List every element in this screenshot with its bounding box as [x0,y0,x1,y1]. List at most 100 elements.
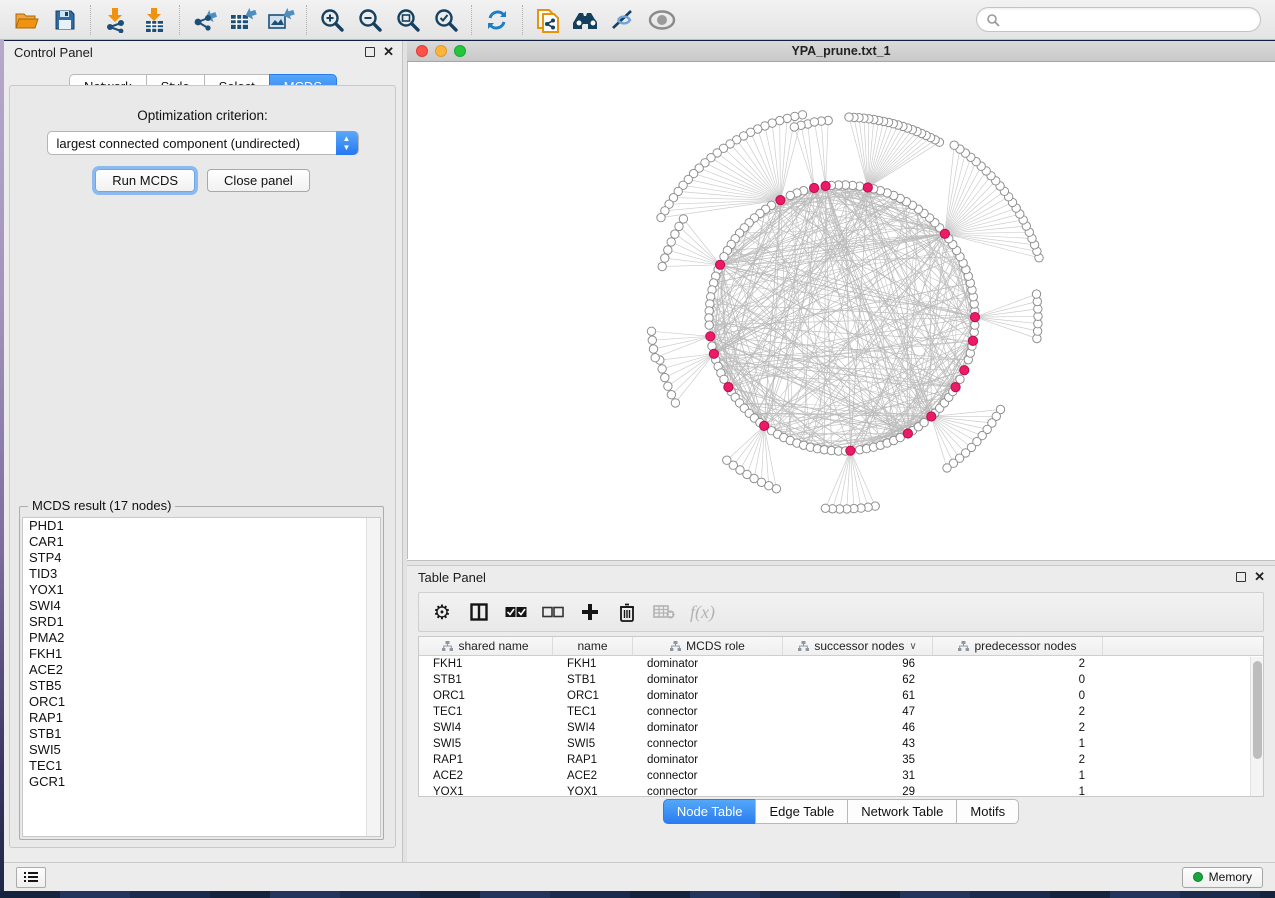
network-node[interactable] [1032,290,1040,298]
search-input[interactable] [1000,13,1251,27]
mcds-list-scrollbar[interactable] [366,518,380,836]
network-node[interactable] [667,238,675,246]
network-canvas[interactable] [407,62,1275,559]
mcds-result-item[interactable]: STB1 [23,726,380,742]
tab-network-table[interactable]: Network Table [847,799,956,824]
network-node[interactable] [791,112,799,120]
network-node[interactable] [920,418,928,426]
network-node[interactable] [810,118,818,126]
mcds-hub-node[interactable] [970,313,979,322]
search-network-icon[interactable] [567,3,605,37]
zoom-in-icon[interactable] [313,3,351,37]
share-document-icon[interactable] [529,3,567,37]
column-header-predecessor-nodes[interactable]: predecessor nodes [933,637,1103,655]
network-node[interactable] [720,253,728,261]
mcds-hub-node[interactable] [968,336,977,345]
network-node[interactable] [821,504,829,512]
network-node[interactable] [671,399,679,407]
table-row[interactable]: FKH1FKH1dominator962 [419,656,1263,672]
network-node[interactable] [723,456,731,464]
export-table-icon[interactable] [224,3,262,37]
export-network-icon[interactable] [186,3,224,37]
close-panel-button[interactable]: Close panel [207,169,310,192]
run-mcds-button[interactable]: Run MCDS [95,169,195,192]
mcds-result-item[interactable]: SRD1 [23,614,380,630]
mcds-result-item[interactable]: TEC1 [23,758,380,774]
mcds-result-item[interactable]: FKH1 [23,646,380,662]
add-column-icon[interactable] [579,599,601,625]
mcds-result-item[interactable]: TID3 [23,566,380,582]
network-node[interactable] [786,191,794,199]
optimization-criterion-select[interactable]: largest connected component (undirected)… [47,131,359,155]
network-node[interactable] [649,345,657,353]
network-node[interactable] [658,365,666,373]
network-node[interactable] [664,246,672,254]
tab-motifs[interactable]: Motifs [956,799,1019,824]
network-node[interactable] [664,382,672,390]
network-graph[interactable] [408,62,1275,559]
table-row[interactable]: YOX1YOX1connector291 [419,784,1263,797]
export-image-icon[interactable] [262,3,300,37]
import-table-icon[interactable] [135,3,173,37]
mcds-result-item[interactable]: ACE2 [23,662,380,678]
float-window-icon[interactable] [365,47,375,57]
zoom-fit-icon[interactable] [389,3,427,37]
network-node[interactable] [845,113,853,121]
mcds-hub-node[interactable] [846,446,855,455]
mcds-result-item[interactable]: CAR1 [23,534,380,550]
show-columns-icon[interactable] [468,599,490,625]
mcds-hub-node[interactable] [940,229,949,238]
network-node[interactable] [657,213,665,221]
mcds-hub-node[interactable] [863,183,872,192]
mcds-result-item[interactable]: STP4 [23,550,380,566]
select-all-icon[interactable] [505,599,527,625]
mcds-hub-node[interactable] [760,421,769,430]
mcds-hub-node[interactable] [810,183,819,192]
network-node[interactable] [705,321,713,329]
table-options-gear-icon[interactable]: ⚙ [431,599,453,625]
refresh-icon[interactable] [478,3,516,37]
mcds-result-list[interactable]: PHD1CAR1STP4TID3YOX1SWI4SRD1PMA2FKH1ACE2… [22,517,381,837]
table-row[interactable]: TEC1TEC1connector472 [419,704,1263,720]
network-titlebar[interactable]: YPA_prune.txt_1 [407,41,1275,62]
mcds-hub-node[interactable] [716,260,725,269]
table-row[interactable]: ACE2ACE2connector311 [419,768,1263,784]
hide-details-icon[interactable] [605,3,643,37]
network-node[interactable] [661,373,669,381]
show-graphics-eye-icon[interactable] [643,3,681,37]
network-node[interactable] [647,327,655,335]
table-scrollbar[interactable] [1250,657,1263,796]
memory-button[interactable]: Memory [1182,867,1263,888]
network-node[interactable] [943,464,951,472]
column-header-name[interactable]: name [553,637,633,655]
table-row[interactable]: RAP1RAP1dominator352 [419,752,1263,768]
float-window-icon[interactable] [1236,572,1246,582]
network-node[interactable] [679,215,687,223]
network-node[interactable] [667,391,675,399]
close-panel-icon[interactable]: ✕ [1254,572,1265,582]
mcds-hub-node[interactable] [776,196,785,205]
network-node[interactable] [648,336,656,344]
column-header-successor-nodes[interactable]: successor nodes∨ [783,637,933,655]
table-row[interactable]: SWI5SWI5connector431 [419,736,1263,752]
mcds-result-item[interactable]: YOX1 [23,582,380,598]
mcds-hub-node[interactable] [724,383,733,392]
search-field[interactable] [976,7,1261,32]
mcds-result-item[interactable]: PHD1 [23,518,380,534]
zoom-selected-icon[interactable] [427,3,465,37]
mcds-result-item[interactable]: SWI5 [23,742,380,758]
deselect-all-icon[interactable] [542,599,564,625]
network-node[interactable] [790,123,798,131]
mcds-hub-node[interactable] [951,383,960,392]
mcds-result-item[interactable]: ORC1 [23,694,380,710]
table-row[interactable]: STB1STB1dominator620 [419,672,1263,688]
tab-node-table[interactable]: Node Table [663,799,756,824]
network-node[interactable] [950,141,958,149]
network-node[interactable] [658,262,666,270]
column-header-shared-name[interactable]: shared name [419,637,553,655]
network-node[interactable] [661,254,669,262]
mcds-result-item[interactable]: RAP1 [23,710,380,726]
mcds-hub-node[interactable] [709,349,718,358]
mcds-hub-node[interactable] [706,332,715,341]
mcds-hub-node[interactable] [927,412,936,421]
